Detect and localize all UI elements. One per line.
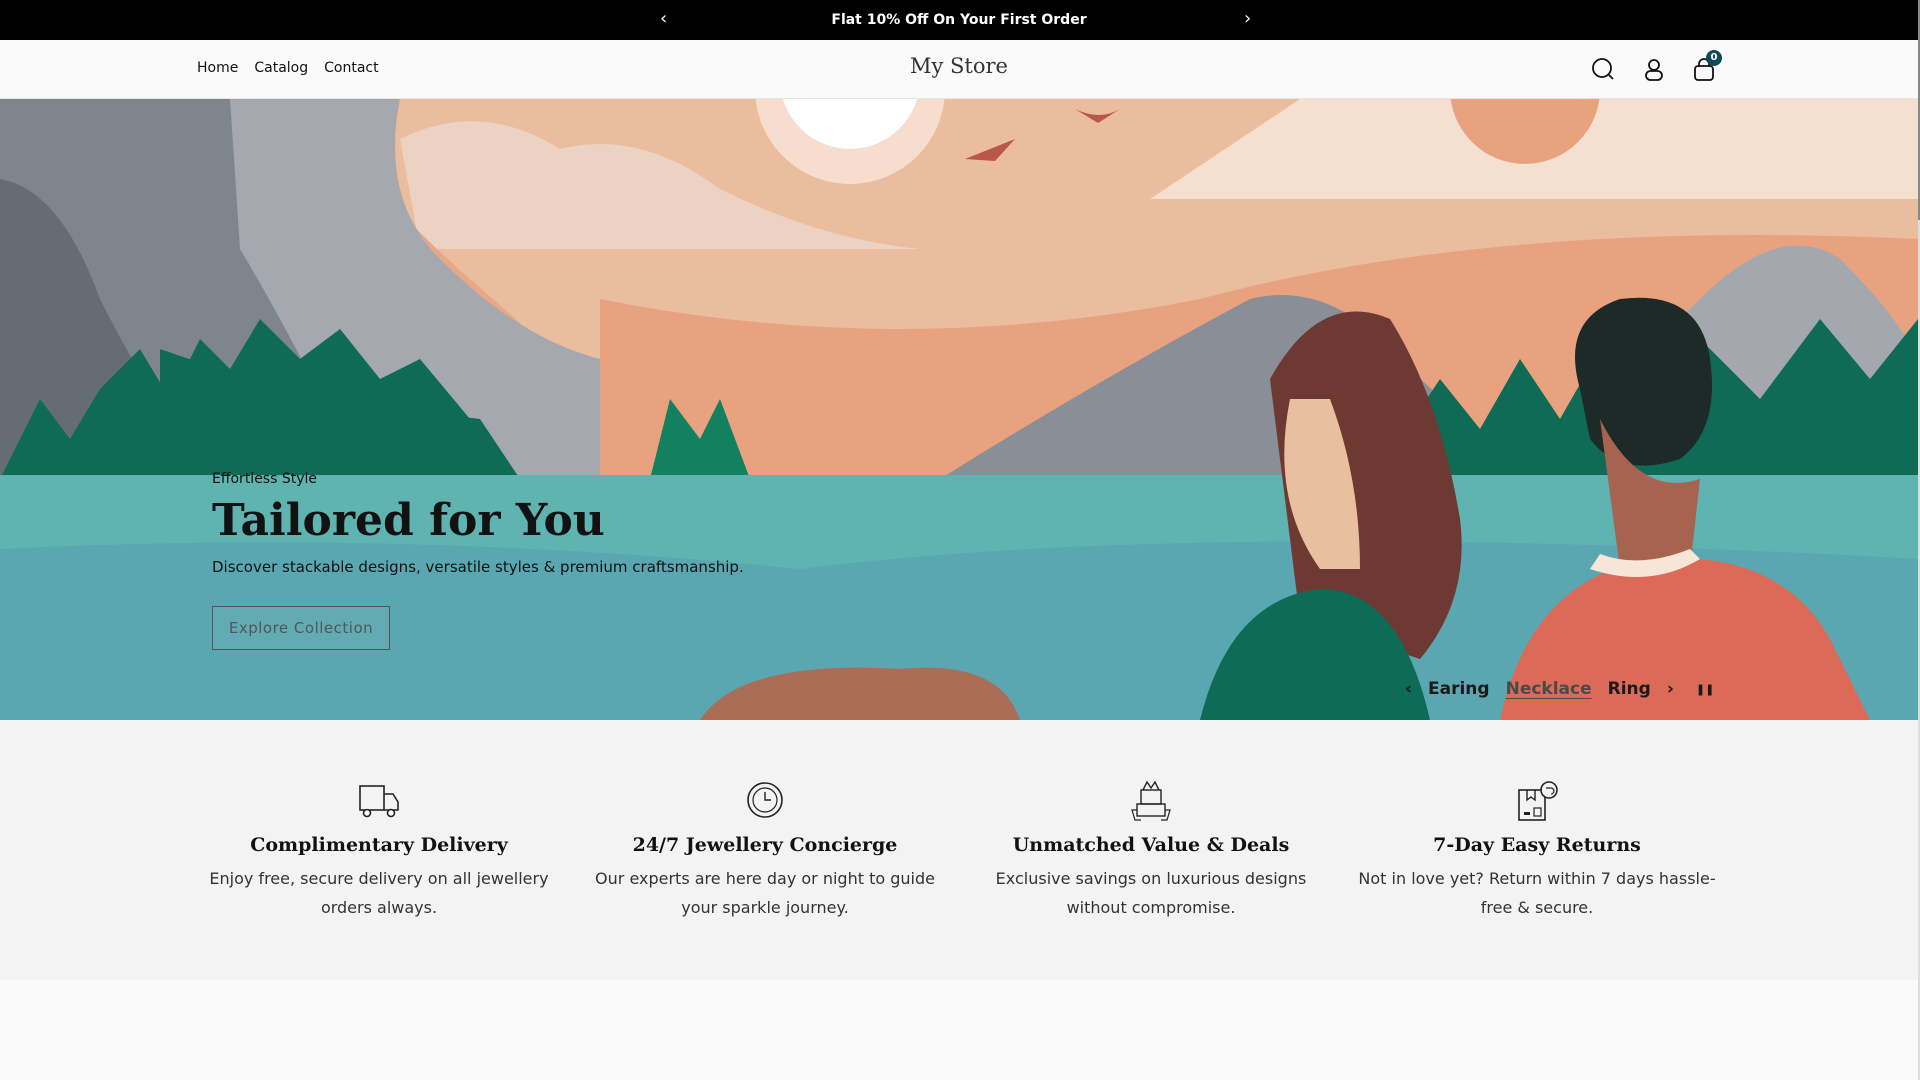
features-section: Complimentary Delivery Enjoy free, secur… <box>0 720 1918 980</box>
slide-tab-earing[interactable]: Earing <box>1428 679 1490 699</box>
announcement-bar: ‹ Flat 10% Off On Your First Order › <box>0 0 1918 40</box>
hero-eyebrow: Effortless Style <box>212 471 318 487</box>
announcement-prev-button[interactable]: ‹ <box>660 8 667 29</box>
slide-prev-button[interactable]: ‹ <box>1405 679 1412 699</box>
feature-title: Unmatched Value & Deals <box>1012 834 1290 856</box>
feature-item: Complimentary Delivery Enjoy free, secur… <box>199 780 559 922</box>
feature-item: Unmatched Value & Deals Exclusive saving… <box>971 780 1331 922</box>
feature-title: Complimentary Delivery <box>250 834 508 856</box>
feature-item: 7-Day Easy Returns Not in love yet? Retu… <box>1357 780 1717 922</box>
feature-item: 24/7 Jewellery Concierge Our experts are… <box>585 780 945 922</box>
hero-title: Tailored for You <box>212 495 605 546</box>
slide-tab-necklace[interactable]: Necklace <box>1506 679 1592 699</box>
cart-count-badge: 0 <box>1706 50 1722 66</box>
search-icon[interactable] <box>1590 56 1618 84</box>
feature-description: Enjoy free, secure delivery on all jewel… <box>209 869 549 917</box>
truck-icon <box>199 780 559 824</box>
site-header: Home Catalog Contact My Store 0 <box>0 40 1918 99</box>
pause-icon[interactable]: ❚❚ <box>1696 683 1714 696</box>
feature-description: Our experts are here day or night to gui… <box>595 869 935 917</box>
announcement-text: Flat 10% Off On Your First Order <box>831 12 1087 28</box>
slide-next-button[interactable]: › <box>1667 679 1674 699</box>
best-price-icon <box>971 780 1331 824</box>
feature-title: 24/7 Jewellery Concierge <box>632 834 898 856</box>
announcement-next-button[interactable]: › <box>1244 8 1251 29</box>
clock-icon <box>585 780 945 824</box>
hero-description: Discover stackable designs, versatile st… <box>212 558 744 576</box>
explore-collection-button[interactable]: Explore Collection <box>212 606 390 650</box>
feature-description: Not in love yet? Return within 7 days ha… <box>1358 869 1716 917</box>
hero-slideshow: Effortless Style Tailored for You Discov… <box>0 99 1918 720</box>
slideshow-controls: ‹ Earing Necklace Ring › ❚❚ <box>1405 679 1714 699</box>
return-box-icon <box>1357 780 1717 824</box>
account-icon[interactable] <box>1640 56 1668 84</box>
feature-title: 7-Day Easy Returns <box>1433 834 1641 856</box>
slide-tab-ring[interactable]: Ring <box>1608 679 1651 699</box>
cart-icon[interactable]: 0 <box>1690 50 1722 84</box>
feature-description: Exclusive savings on luxurious designs w… <box>995 869 1307 917</box>
